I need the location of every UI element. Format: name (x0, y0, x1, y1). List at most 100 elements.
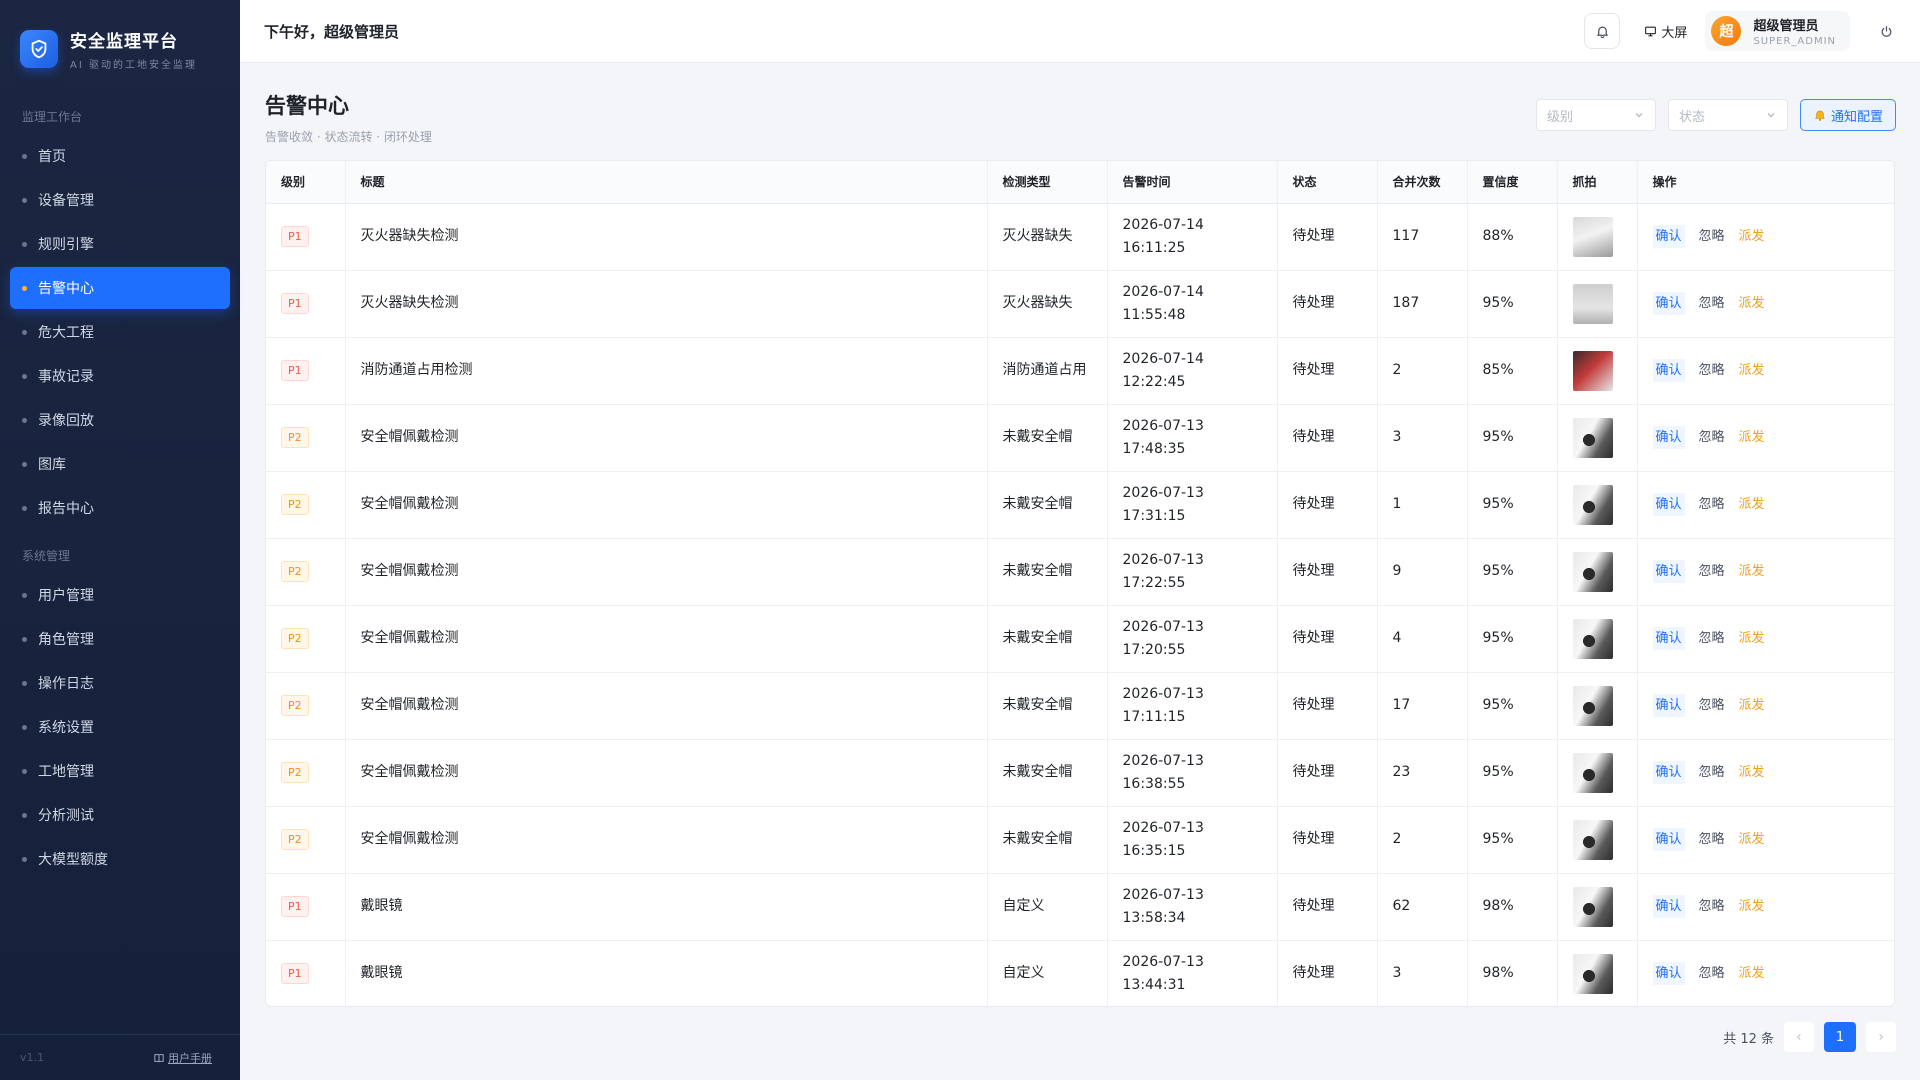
assign-button[interactable]: 派发 (1739, 761, 1765, 784)
sidebar-item-label: 报告中心 (38, 501, 94, 517)
monitor-icon (1645, 26, 1657, 36)
assign-button[interactable]: 派发 (1739, 694, 1765, 717)
sidebar-item-sys-0[interactable]: 用户管理 (10, 574, 230, 616)
snapshot-thumbnail[interactable] (1572, 752, 1613, 793)
sidebar-item-wb-6[interactable]: 录像回放 (10, 399, 230, 441)
assign-button[interactable]: 派发 (1739, 627, 1765, 650)
sidebar-item-wb-1[interactable]: 设备管理 (10, 179, 230, 221)
nav-dot-icon (22, 373, 27, 379)
table-row[interactable]: P1 灭火器缺失检测 灭火器缺失 2026-07-14 16:11:25 待处理 117 8… (266, 203, 1894, 271)
confirm-button[interactable]: 确认 (1652, 962, 1685, 986)
confirm-button[interactable]: 确认 (1652, 627, 1685, 650)
confirm-button[interactable]: 确认 (1652, 828, 1685, 851)
sidebar-item-sys-1[interactable]: 角色管理 (10, 618, 230, 660)
level-cell: P2 (266, 672, 346, 740)
user-menu[interactable]: 超 超级管理员 SUPER_ADMIN (1705, 11, 1850, 51)
sidebar-item-wb-0[interactable]: 首页 (10, 135, 230, 177)
snapshot-thumbnail[interactable] (1572, 618, 1613, 659)
assign-button[interactable]: 派发 (1739, 359, 1765, 382)
snapshot-thumbnail[interactable] (1572, 417, 1613, 458)
snapshot-cell (1557, 739, 1638, 807)
prev-page-button[interactable] (1784, 1022, 1814, 1052)
confirm-button[interactable]: 确认 (1652, 895, 1685, 918)
table-row[interactable]: P1 戴眼镜 自定义 2026-07-13 13:44:31 待处理 3 98% 确认 忽略 派发 (266, 940, 1894, 1006)
sidebar-item-sys-5[interactable]: 分析测试 (10, 794, 230, 836)
ignore-button[interactable]: 忽略 (1699, 962, 1725, 985)
big-screen-button[interactable]: 大屏 (1644, 22, 1687, 41)
page-number-current[interactable]: 1 (1824, 1022, 1856, 1052)
sidebar-item-label: 用户管理 (38, 588, 94, 604)
notify-config-button[interactable]: 通知配置 (1799, 99, 1896, 131)
confirm-button[interactable]: 确认 (1652, 761, 1685, 784)
confirm-button[interactable]: 确认 (1652, 493, 1685, 516)
assign-button[interactable]: 派发 (1739, 426, 1765, 449)
confirm-button[interactable]: 确认 (1652, 426, 1685, 449)
snapshot-thumbnail[interactable] (1572, 283, 1613, 324)
alert-time: 2026-07-13 16:35:15 (1107, 806, 1278, 874)
snapshot-thumbnail[interactable] (1572, 819, 1613, 860)
notification-button[interactable] (1584, 13, 1621, 49)
ignore-button[interactable]: 忽略 (1699, 828, 1725, 851)
sidebar-item-wb-7[interactable]: 图库 (10, 443, 230, 485)
assign-button[interactable]: 派发 (1739, 828, 1765, 851)
table-row[interactable]: P2 安全帽佩戴检测 未戴安全帽 2026-07-13 17:20:55 待处理 4 95%… (266, 605, 1894, 673)
logout-button[interactable] (1876, 21, 1896, 41)
snapshot-thumbnail[interactable] (1572, 350, 1613, 391)
table-row[interactable]: P1 戴眼镜 自定义 2026-07-13 13:58:34 待处理 62 98% 确认 忽略派… (266, 873, 1894, 941)
sidebar-item-wb-8[interactable]: 报告中心 (10, 487, 230, 529)
snapshot-thumbnail[interactable] (1572, 953, 1613, 994)
sidebar-item-sys-3[interactable]: 系统设置 (10, 706, 230, 748)
detect-type: 未戴安全帽 (987, 538, 1108, 606)
sidebar-item-sys-2[interactable]: 操作日志 (10, 662, 230, 704)
alert-time: 2026-07-13 16:38:55 (1107, 739, 1278, 807)
sidebar-item-sys-6[interactable]: 大模型额度 (10, 838, 230, 880)
snapshot-thumbnail[interactable] (1572, 551, 1613, 592)
table-row[interactable]: P2 安全帽佩戴检测 未戴安全帽 2026-07-13 16:38:55 待处理 23 95… (266, 739, 1894, 807)
ignore-button[interactable]: 忽略 (1699, 493, 1725, 516)
level-cell: P1 (266, 203, 346, 271)
sidebar-item-wb-3[interactable]: 告警中心 (10, 267, 230, 309)
ignore-button[interactable]: 忽略 (1699, 895, 1725, 918)
snapshot-thumbnail[interactable] (1572, 216, 1613, 257)
sidebar-item-wb-4[interactable]: 危大工程 (10, 311, 230, 353)
table-row[interactable]: P2 安全帽佩戴检测 未戴安全帽 2026-07-13 17:22:55 待处理 9 95%… (266, 538, 1894, 606)
ignore-button[interactable]: 忽略 (1699, 761, 1725, 784)
ignore-button[interactable]: 忽略 (1699, 426, 1725, 449)
status-select[interactable]: 状态 (1667, 99, 1788, 131)
assign-button[interactable]: 派发 (1739, 493, 1765, 516)
confirm-button[interactable]: 确认 (1652, 359, 1685, 382)
assign-button[interactable]: 派发 (1739, 292, 1765, 315)
confirm-button[interactable]: 确认 (1652, 225, 1685, 248)
snapshot-thumbnail[interactable] (1572, 484, 1613, 525)
assign-button[interactable]: 派发 (1739, 225, 1765, 248)
table-row[interactable]: P1 消防通道占用检测 消防通道占用 2026-07-14 12:22:45 待处理 2 8… (266, 337, 1894, 405)
confidence: 95% (1467, 538, 1558, 606)
sidebar-item-sys-4[interactable]: 工地管理 (10, 750, 230, 792)
sidebar-item-wb-2[interactable]: 规则引擎 (10, 223, 230, 265)
confirm-button[interactable]: 确认 (1652, 292, 1685, 315)
assign-button[interactable]: 派发 (1739, 560, 1765, 583)
snapshot-thumbnail[interactable] (1572, 685, 1613, 726)
table-row[interactable]: P2 安全帽佩戴检测 未戴安全帽 2026-07-13 16:35:15 待处理 2 95%… (266, 806, 1894, 874)
confirm-button[interactable]: 确认 (1652, 694, 1685, 717)
next-page-button[interactable] (1866, 1022, 1896, 1052)
ignore-button[interactable]: 忽略 (1699, 225, 1725, 248)
ignore-button[interactable]: 忽略 (1699, 560, 1725, 583)
table-row[interactable]: P1 灭火器缺失检测 灭火器缺失 2026-07-14 11:55:48 待处理 187 9… (266, 270, 1894, 338)
level-select[interactable]: 级别 (1535, 99, 1656, 131)
assign-button[interactable]: 派发 (1739, 962, 1765, 985)
ignore-button[interactable]: 忽略 (1699, 694, 1725, 717)
sidebar-item-wb-5[interactable]: 事故记录 (10, 355, 230, 397)
table-row[interactable]: P2 安全帽佩戴检测 未戴安全帽 2026-07-13 17:31:15 待处理 1 95%… (266, 471, 1894, 539)
assign-button[interactable]: 派发 (1739, 895, 1765, 918)
main-content: 告警中心 告警收敛 · 状态流转 · 闭环处理 级别 状态 通知配置 级别 标题检… (240, 64, 1920, 1080)
user-manual-link[interactable]: 用户手册 (154, 1050, 212, 1066)
snapshot-thumbnail[interactable] (1572, 886, 1613, 927)
ignore-button[interactable]: 忽略 (1699, 359, 1725, 382)
table-row[interactable]: P2 安全帽佩戴检测 未戴安全帽 2026-07-13 17:11:15 待处理 17 95… (266, 672, 1894, 740)
ignore-button[interactable]: 忽略 (1699, 627, 1725, 650)
confirm-button[interactable]: 确认 (1652, 560, 1685, 583)
table-row[interactable]: P2 安全帽佩戴检测 未戴安全帽 2026-07-13 17:48:35 待处理 3 95%… (266, 404, 1894, 472)
ignore-button[interactable]: 忽略 (1699, 292, 1725, 315)
actions-cell: 确认 忽略 派发 (1637, 940, 1894, 1006)
